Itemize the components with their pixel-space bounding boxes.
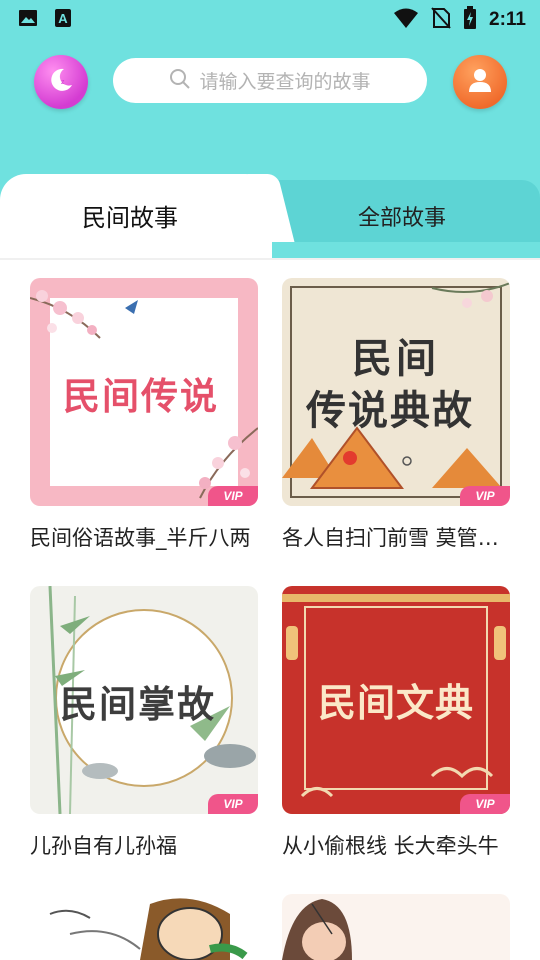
search-bar[interactable]: 请输入要查询的故事 [113,58,427,103]
user-icon [466,66,494,98]
cover-title: 民间文典 [318,680,475,725]
story-cover [282,894,510,960]
story-title: 儿孙自有儿孙福 [30,834,177,858]
story-cover: 民间 传说典故 VIP [282,278,510,506]
cover-title-line1: 民间 [352,335,440,382]
category-tabs: 全部故事 民间故事 [0,174,540,258]
tab-folk-stories[interactable]: 民间故事 [0,174,272,258]
search-icon [169,68,191,94]
cartoon-illustration-icon [282,899,352,960]
no-sim-icon [431,7,451,33]
story-cover: 民间掌故 VIP [30,586,258,814]
vip-badge: VIP [208,486,258,506]
top-header: z 请输入要查询的故事 [0,52,540,112]
divider [0,258,540,260]
search-placeholder: 请输入要查询的故事 [199,71,371,93]
story-card[interactable]: 民间 传说典故 VIP 各人自扫门前雪 莫管他人瓦上霜 [282,278,510,550]
tab-label: 民间故事 [82,204,178,232]
vip-badge: VIP [460,794,510,814]
vip-badge: VIP [208,794,258,814]
status-bar: A 2:11 [0,0,540,36]
cover-title: 民间掌故 [60,682,216,726]
svg-text:z: z [61,79,65,86]
cover-title-line2: 传说典故 [306,387,474,434]
tab-label: 全部故事 [358,206,447,231]
story-cover [30,894,258,960]
status-time: 2:11 [489,9,526,30]
wifi-icon [393,7,419,33]
image-icon [18,8,38,32]
story-title: 从小偷根线 长大牵头牛 [282,834,499,858]
story-card[interactable] [30,894,258,960]
accessibility-a-icon: A [54,8,72,32]
story-grid: 民间传说 VIP 民间俗语故事_半斤八两 民间 传说典故 VIP 各人自扫门前雪… [0,258,540,960]
vip-badge: VIP [460,486,510,506]
story-cover: 民间传说 VIP [30,278,258,506]
story-card[interactable]: 民间传说 VIP 民间俗语故事_半斤八两 [30,278,258,550]
story-title: 民间俗语故事_半斤八两 [30,526,251,550]
user-profile-button[interactable] [453,55,507,109]
tab-all-stories[interactable]: 全部故事 [255,180,540,242]
cover-title: 民间传说 [63,374,219,418]
night-mode-button[interactable]: z [34,55,88,109]
story-cover: 民间文典 VIP [282,586,510,814]
battery-charging-icon [463,6,477,34]
story-card[interactable] [282,894,510,960]
cartoon-illustration-icon [49,898,248,960]
svg-text:A: A [58,11,68,26]
moon-icon: z [46,65,76,99]
story-card[interactable]: 民间掌故 VIP 儿孙自有儿孙福 [30,586,258,858]
story-title: 各人自扫门前雪 莫管他人瓦上霜 [282,526,510,550]
story-card[interactable]: 民间文典 VIP 从小偷根线 长大牵头牛 [282,586,510,858]
